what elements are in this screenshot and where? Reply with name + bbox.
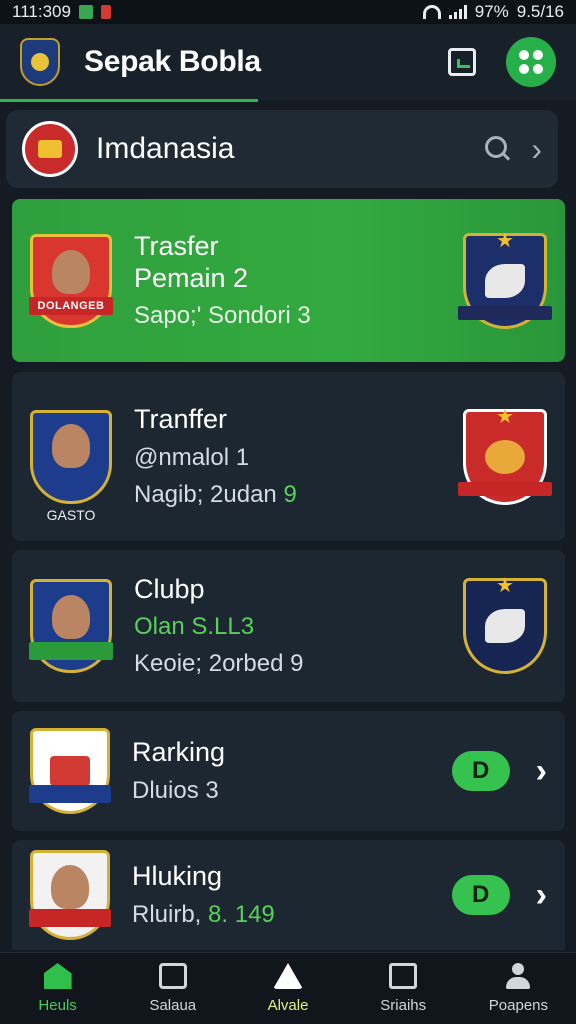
player-ribbon: DOLANGEB — [29, 296, 113, 315]
chevron-right-icon[interactable]: › — [536, 878, 547, 912]
app-bar: Sepak Bobla — [0, 24, 576, 100]
card-detail: Sapo;' Sondori 3 — [134, 302, 311, 330]
home-icon — [43, 963, 72, 989]
app-logo — [20, 38, 60, 86]
nav-label: Sriaihs — [380, 997, 427, 1014]
card-subtitle: @nmalol 1 — [134, 443, 250, 471]
card-title: Clubp — [134, 573, 205, 604]
rank-badge[interactable]: D — [451, 751, 510, 791]
battery-level: 97% — [474, 2, 509, 21]
player-crest: DOLANGEB — [29, 233, 113, 328]
card-title: Tranffer — [134, 404, 228, 435]
card-subtitle-text: Rluirb, — [132, 900, 202, 928]
card-detail-number: 9 — [283, 480, 297, 508]
card-subtitle: Olan S.LL3 — [134, 613, 255, 640]
notification-icon — [78, 5, 93, 19]
card-subtitle: Rluirb, 8. 149 — [132, 899, 452, 930]
card-title: Rarking — [132, 737, 226, 768]
club-logo: ★ — [458, 406, 552, 505]
groups-icon — [519, 50, 529, 60]
card-subtitle-number: 8. 149 — [208, 900, 275, 928]
card-title: Trasfer — [134, 230, 219, 261]
player-crest: GASTO — [30, 409, 112, 523]
country-selector[interactable]: Imdanasia › — [6, 110, 558, 188]
club-logo: ★ — [463, 575, 547, 674]
document-icon[interactable] — [448, 48, 476, 76]
grid-icon — [389, 963, 418, 989]
status-time-left: 111:309 — [12, 2, 71, 21]
nav-item-standings[interactable]: Sriaihs — [346, 953, 461, 1024]
nav-label: Poapens — [488, 997, 549, 1014]
card-transfer[interactable]: GASTO Tranffer @nmalol 1 Nagib; 2udan 9 … — [12, 372, 565, 541]
signal-icon — [448, 5, 467, 19]
alert-icon — [100, 5, 111, 19]
card-title: Hluking — [132, 861, 223, 892]
nav-item-alerts[interactable]: Alvale — [230, 953, 345, 1024]
nav-label: Salaua — [149, 997, 197, 1014]
nav-item-home[interactable]: Heuls — [0, 953, 115, 1024]
rank-badge[interactable]: D — [451, 875, 510, 915]
bottom-navigation: Heuls Salaua Alvale Sriaihs Poapens — [0, 952, 576, 1024]
person-icon — [504, 963, 532, 989]
chevron-right-icon[interactable]: › — [536, 754, 547, 788]
country-name: Imdanasia — [96, 132, 235, 165]
app-title: Sepak Bobla — [84, 45, 261, 78]
card-detail: Keoie; 2orbed 9 — [134, 650, 304, 678]
nav-item-stats[interactable]: Salaua — [115, 953, 230, 1024]
nav-item-profile[interactable]: Poapens — [461, 953, 576, 1024]
player-crest — [29, 850, 111, 940]
club-logo: ★ — [458, 230, 552, 329]
header-progress-line — [0, 99, 258, 102]
stats-icon — [158, 963, 187, 989]
status-bar: 111:309 97% 9.5/16 — [0, 0, 576, 24]
player-crest-caption: GASTO — [46, 506, 96, 523]
country-flag-icon — [22, 121, 78, 177]
card-subtitle: Dluios 3 — [132, 776, 219, 804]
nav-label: Alvale — [267, 997, 309, 1014]
search-icon[interactable] — [485, 136, 511, 162]
player-crest — [29, 579, 113, 673]
chevron-right-icon[interactable]: › — [531, 133, 542, 165]
card-subtitle: Pemain 2 — [134, 262, 249, 293]
wifi-icon — [422, 5, 441, 19]
card-hluking[interactable]: Hluking Rluirb, 8. 149 D › — [12, 840, 565, 950]
card-detail: Nagib; 2udan 9 — [134, 479, 463, 510]
groups-button[interactable] — [506, 37, 556, 87]
triangle-icon — [273, 963, 303, 989]
card-transfer-featured[interactable]: DOLANGEB Trasfer Pemain 2 Sapo;' Sondori… — [12, 199, 565, 362]
club-crest — [29, 728, 111, 814]
card-club[interactable]: Clubp Olan S.LL3 Keoie; 2orbed 9 ★ — [12, 550, 565, 702]
card-ranking[interactable]: Rarking Dluios 3 D › — [12, 711, 565, 831]
status-time-right: 9.5/16 — [516, 2, 564, 21]
nav-label: Heuls — [38, 997, 77, 1014]
card-detail-text: Nagib; 2udan — [134, 480, 277, 508]
